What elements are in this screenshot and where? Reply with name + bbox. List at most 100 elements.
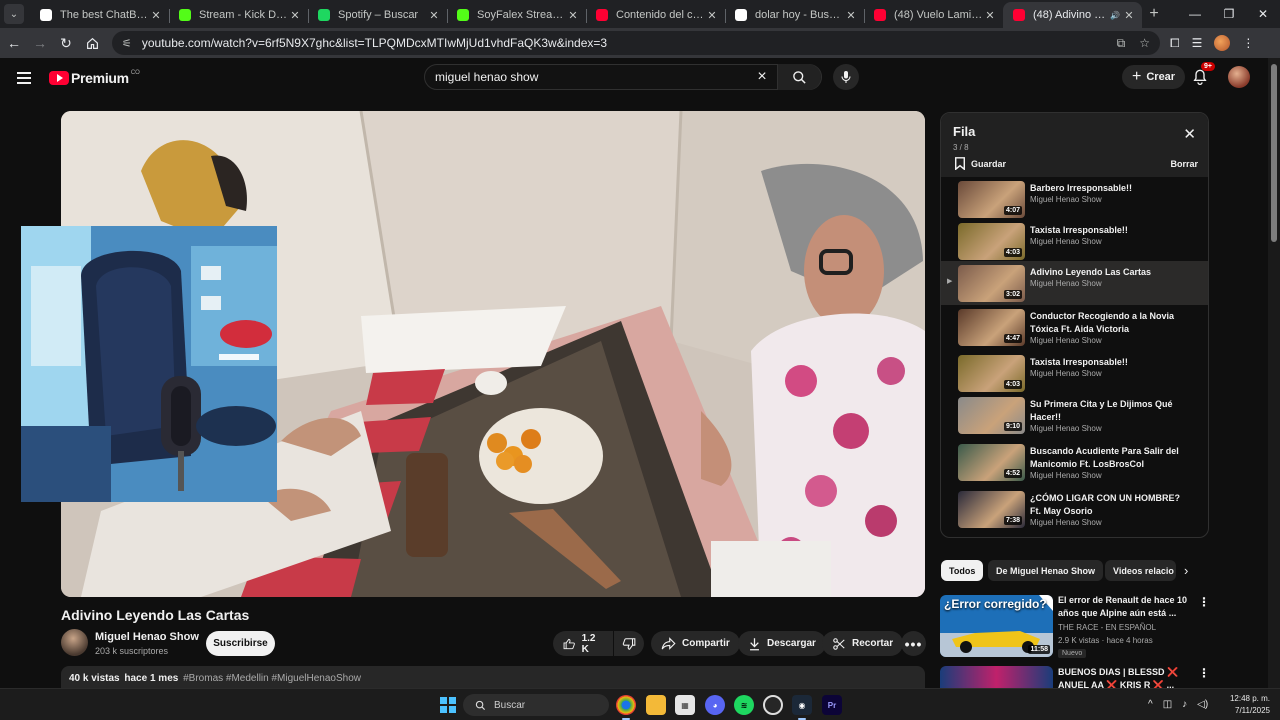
like-button[interactable]: 1.2 K — [553, 631, 613, 656]
share-button[interactable]: Compartir — [651, 631, 740, 656]
save-queue-button[interactable]: Guardar — [955, 157, 1006, 170]
tab-search-button[interactable]: ⌄ — [4, 4, 24, 24]
address-bar[interactable]: ⚟ youtube.com/watch?v=6rf5N9X7ghc&list=T… — [112, 31, 1160, 55]
chip-channel[interactable]: De Miguel Henao Show — [988, 560, 1104, 581]
page-scrollbar[interactable] — [1268, 58, 1280, 688]
store-icon[interactable]: ▦ — [675, 695, 695, 715]
queue-thumbnail[interactable]: 7:38 — [958, 491, 1025, 528]
dislike-button[interactable] — [614, 631, 644, 656]
chevron-up-icon[interactable]: ^ — [1148, 699, 1153, 710]
queue-item[interactable]: 4:47 Conductor Recogiendo a la Novia Tóxi… — [941, 305, 1208, 351]
close-queue-icon[interactable]: ✕ — [1183, 125, 1196, 143]
related-video[interactable]: ¿Error corregido? 11:58 El error de Rena… — [940, 595, 1212, 659]
queue-item[interactable]: 4:03 Taxista Irresponsable!! Miguel Henao … — [941, 351, 1208, 393]
queue-thumbnail[interactable]: 4:03 — [958, 355, 1025, 392]
search-button[interactable] — [777, 64, 821, 90]
profile-avatar[interactable] — [1214, 35, 1231, 51]
more-vertical-icon[interactable]: ⋮ — [1198, 666, 1210, 680]
queue-thumbnail[interactable]: 9:10 — [958, 397, 1025, 434]
hashtags[interactable]: #Bromas #Medellin #MiguelHenaoShow — [183, 673, 361, 684]
related-thumbnail[interactable]: ¿Error corregido? 11:58 — [940, 595, 1053, 657]
taskbar-search[interactable]: Buscar — [463, 694, 609, 716]
clear-queue-button[interactable]: Borrar — [1170, 159, 1198, 169]
queue-item[interactable]: 4:07 Barbero Irresponsable!! Miguel Henao … — [941, 177, 1208, 219]
clip-button[interactable]: Recortar — [822, 631, 904, 656]
chip-related[interactable]: Videos relacio — [1105, 560, 1176, 581]
browser-tab[interactable]: dolar hoy - Buscar con Go✕ — [725, 2, 864, 28]
discord-icon[interactable]: ◕ — [705, 695, 725, 715]
back-button[interactable]: ← — [2, 31, 26, 55]
channel-name[interactable]: Miguel Henao Show — [95, 631, 199, 643]
related-video[interactable]: BUENOS DIAS | BLESSD ❌ ANUEL AA ❌ KRIS R… — [940, 666, 1212, 688]
search-input[interactable]: miguel henao show — [435, 70, 747, 84]
close-tab-icon[interactable]: ✕ — [427, 9, 441, 22]
forward-button[interactable]: → — [28, 31, 52, 55]
browser-tab[interactable]: Stream - Kick Dashboard✕ — [169, 2, 308, 28]
queue-item[interactable]: 7:38 ¿CÓMO LIGAR CON UN HOMBRE? Ft. May O… — [941, 487, 1208, 534]
close-tab-icon[interactable]: ✕ — [149, 9, 163, 22]
premiere-icon[interactable]: Pr — [822, 695, 842, 715]
queue-thumbnail[interactable]: 4:47 — [958, 309, 1025, 346]
reload-button[interactable]: ↻ — [54, 31, 78, 55]
clear-search-icon[interactable]: × — [747, 68, 777, 86]
reading-list-icon[interactable]: ☰ — [1192, 36, 1203, 50]
close-tab-icon[interactable]: ✕ — [844, 9, 858, 22]
close-window-icon[interactable]: ✕ — [1246, 7, 1280, 21]
volume-icon[interactable]: ◁) — [1197, 699, 1208, 710]
cast-icon[interactable]: ⧉ — [1117, 36, 1126, 51]
queue-thumbnail[interactable]: 4:52 — [958, 444, 1025, 481]
home-button[interactable] — [80, 31, 104, 55]
browser-tab[interactable]: Spotify – Buscar ✕ — [308, 2, 447, 28]
create-button[interactable]: + Crear — [1122, 65, 1186, 89]
browser-tab[interactable]: (48) Vuelo Lamia 2933 - Y✕ — [864, 2, 1003, 28]
minimize-icon[interactable]: — — [1178, 7, 1212, 21]
notification-count-badge: 9+ — [1201, 62, 1215, 71]
new-tab-button[interactable]: + — [1142, 5, 1166, 23]
restore-icon[interactable]: ❐ — [1212, 7, 1246, 21]
speaker-icon[interactable]: 🔊 — [1108, 11, 1122, 20]
close-tab-icon[interactable]: ✕ — [983, 9, 997, 22]
queue-thumbnail[interactable]: 3:02 — [958, 265, 1025, 302]
network-icon[interactable]: ◫ — [1163, 699, 1172, 710]
file-explorer-icon[interactable] — [646, 695, 666, 715]
browser-tab[interactable]: Contenido del canal - You✕ — [586, 2, 725, 28]
subscribe-button[interactable]: Suscribirse — [206, 631, 275, 656]
youtube-logo[interactable]: Premium CO — [49, 70, 140, 86]
related-thumbnail[interactable] — [940, 666, 1053, 688]
browser-tab[interactable]: The best ChatBot and Wr✕ — [30, 2, 169, 28]
menu-icon[interactable] — [17, 69, 31, 87]
queue-thumbnail[interactable]: 4:03 — [958, 223, 1025, 260]
extensions-icon[interactable]: ⧠ — [1170, 36, 1180, 51]
voice-search-button[interactable] — [833, 64, 859, 90]
spotify-icon[interactable]: ≋ — [734, 695, 754, 715]
chrome-icon[interactable] — [616, 695, 636, 720]
queue-item[interactable]: ▶ 3:02 Adivino Leyendo Las Cartas Miguel He… — [941, 261, 1208, 305]
account-avatar[interactable] — [1228, 66, 1250, 88]
close-tab-icon[interactable]: ✕ — [705, 9, 719, 22]
queue-thumbnail[interactable]: 4:07 — [958, 181, 1025, 218]
chip-all[interactable]: Todos — [941, 560, 984, 581]
more-actions-button[interactable]: ••• — [901, 631, 926, 656]
chevron-right-icon[interactable]: › — [1184, 563, 1188, 578]
close-tab-icon[interactable]: ✕ — [566, 9, 580, 22]
site-info-icon[interactable]: ⚟ — [122, 37, 132, 50]
browser-tab[interactable]: (48) Adivino Leyendo🔊✕ — [1003, 2, 1142, 28]
microphone-tray-icon[interactable]: ♪ — [1182, 699, 1187, 710]
more-vertical-icon[interactable]: ⋮ — [1198, 595, 1210, 609]
clock[interactable]: 12:48 p. m. 7/11/2025 — [1224, 693, 1270, 717]
channel-avatar[interactable] — [61, 629, 88, 656]
close-tab-icon[interactable]: ✕ — [288, 9, 302, 22]
steam-icon[interactable]: ◉ — [792, 695, 812, 720]
queue-item[interactable]: 4:03 Taxista Irresponsable!! Miguel Henao … — [941, 219, 1208, 261]
obs-icon[interactable] — [763, 695, 783, 715]
queue-item[interactable]: 4:52 Buscando Acudiente Para Salir del Ma… — [941, 440, 1208, 487]
queue-item[interactable]: 9:10 Su Primera Cita y Le Dijimos Qué Hac… — [941, 393, 1208, 440]
windows-icon[interactable] — [440, 697, 456, 713]
browser-menu-icon[interactable]: ⋮ — [1242, 36, 1254, 50]
browser-tab[interactable]: SoyFalex Stream - Watch✕ — [447, 2, 586, 28]
bookmark-star-icon[interactable]: ☆ — [1139, 36, 1150, 50]
scrollbar-thumb[interactable] — [1271, 64, 1277, 242]
download-button[interactable]: Descargar — [738, 631, 826, 656]
close-tab-icon[interactable]: ✕ — [1122, 9, 1136, 22]
notifications-button[interactable]: 9+ — [1192, 62, 1215, 86]
